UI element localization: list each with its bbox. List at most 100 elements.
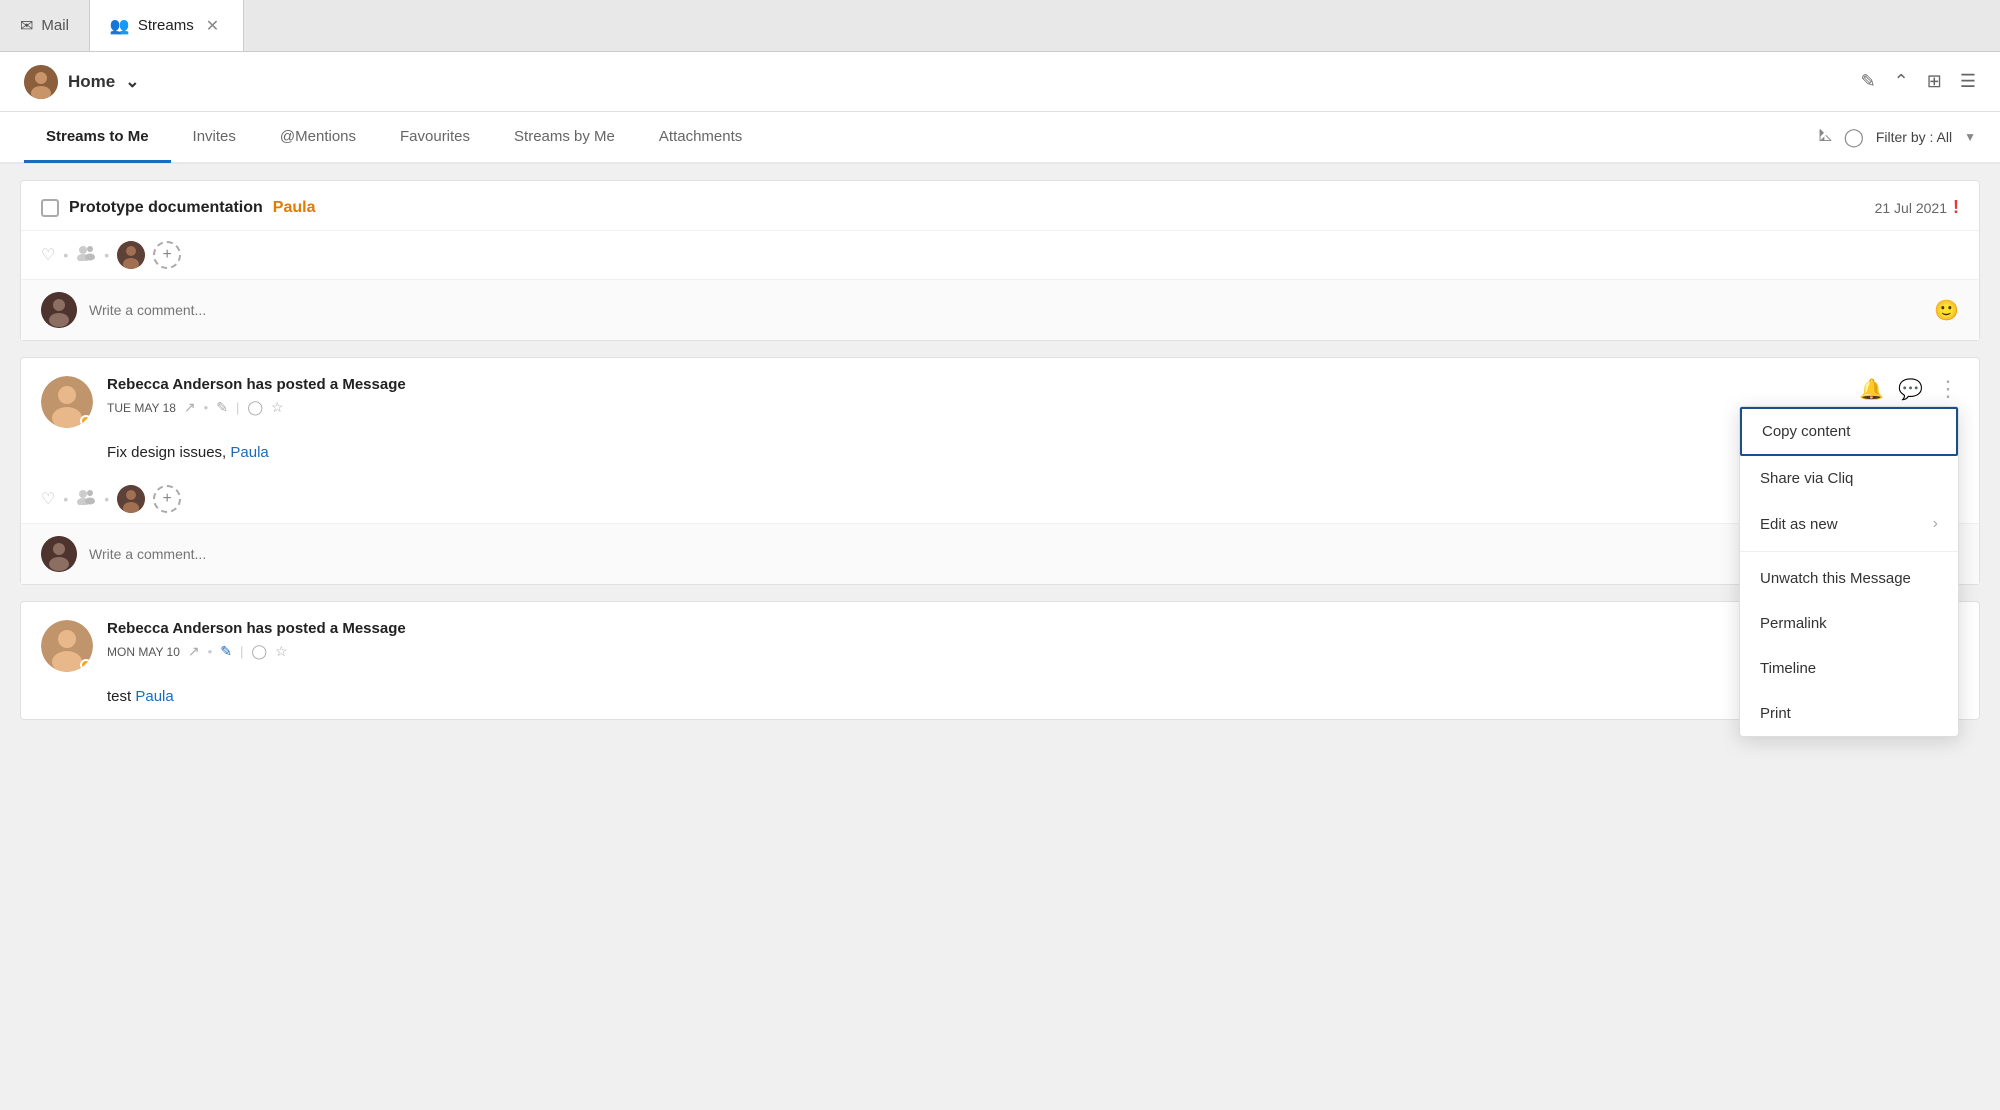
post-1-date: TUE MAY 18	[107, 401, 176, 415]
context-menu: Copy content Share via Cliq Edit as new …	[1739, 406, 1959, 737]
context-menu-permalink[interactable]: Permalink	[1740, 601, 1958, 646]
online-status-dot	[80, 415, 92, 427]
people-icon[interactable]	[76, 245, 96, 266]
tab-streams-by-me[interactable]: Streams by Me	[492, 113, 637, 163]
post-1-bell-icon[interactable]: 🔔	[1859, 377, 1884, 402]
post-1-shield-icon[interactable]: ◯	[247, 399, 263, 416]
filter-label[interactable]: Filter by : All	[1876, 129, 1952, 145]
filter-funnel-icon[interactable]: ⛡	[1818, 125, 1832, 149]
post-card-1: Rebecca Anderson has posted a Message TU…	[20, 357, 1980, 585]
prototype-date-area: 21 Jul 2021 !	[1875, 197, 1959, 218]
post-card-2: Rebecca Anderson has posted a Message MO…	[20, 601, 1980, 720]
post-2-star-icon[interactable]: ☆	[275, 643, 288, 660]
main-content: Prototype documentation Paula 21 Jul 202…	[0, 164, 2000, 1110]
context-menu-timeline[interactable]: Timeline	[1740, 646, 1958, 691]
filter-chevron-icon: ▼	[1964, 130, 1976, 144]
context-menu-edit-as-new[interactable]: Edit as new ›	[1740, 501, 1958, 547]
post-1-edit-icon[interactable]: ✎	[216, 399, 228, 416]
post-1-add-people[interactable]: +	[153, 485, 181, 513]
post-2-meta: Rebecca Anderson has posted a Message MO…	[107, 620, 406, 660]
emoji-icon-1[interactable]: 🙂	[1934, 298, 1959, 323]
post-2-date-row: MON MAY 10 ↗ • ✎ | ◯ ☆	[107, 643, 406, 660]
tab-favourites[interactable]: Favourites	[378, 113, 492, 163]
post-2-edit-icon[interactable]: ✎	[220, 643, 232, 660]
post-1-comment-area: 🙂	[21, 523, 1979, 584]
post-1-people-icon[interactable]	[76, 489, 96, 510]
grid-icon[interactable]: ⊞	[1927, 71, 1942, 92]
compose-icon[interactable]: ✎	[1861, 71, 1876, 92]
tab-close-icon[interactable]: ✕	[202, 14, 223, 38]
post-1-star-icon[interactable]: ☆	[271, 399, 284, 416]
person-avatar-1	[117, 241, 145, 269]
tab-bar: ✉ Mail 👥 Streams ✕	[0, 0, 2000, 52]
post-1-more-icon[interactable]: ⋮	[1937, 376, 1959, 402]
post-1-avatar	[41, 376, 93, 428]
header-icons: ✎ ⌃ ⊞ ☰	[1861, 71, 1976, 92]
tab-mentions[interactable]: @Mentions	[258, 113, 378, 163]
add-people-button[interactable]: +	[153, 241, 181, 269]
prototype-date: 21 Jul 2021	[1875, 200, 1947, 216]
post-1-heart-icon[interactable]: ♡	[41, 489, 55, 509]
post-1-commenter-avatar	[41, 536, 77, 572]
post-card-2-header: Rebecca Anderson has posted a Message MO…	[21, 602, 1979, 680]
post-1-chat-icon[interactable]: 💬	[1898, 377, 1923, 402]
post-2-body: test Paula	[21, 680, 1979, 719]
home-button[interactable]: Home ⌄	[24, 65, 139, 99]
edit-as-new-arrow: ›	[1933, 515, 1938, 533]
home-chevron: ⌄	[125, 72, 139, 92]
post-1-link-icon[interactable]: ↗	[184, 399, 196, 416]
post-2-shield-icon[interactable]: ◯	[251, 643, 267, 660]
hamburger-icon[interactable]: ☰	[1960, 71, 1976, 92]
post-2-mention[interactable]: Paula	[135, 688, 173, 705]
post-1-date-row: TUE MAY 18 ↗ • ✎ | ◯ ☆	[107, 399, 406, 416]
prototype-card-header: Prototype documentation Paula 21 Jul 202…	[21, 181, 1979, 231]
prototype-comment-input[interactable]	[89, 302, 1922, 318]
post-1-header-left: Rebecca Anderson has posted a Message TU…	[41, 376, 406, 428]
post-2-online-dot	[80, 659, 92, 671]
tab-streams[interactable]: 👥 Streams ✕	[90, 0, 244, 51]
prototype-comment-area: 🙂	[21, 279, 1979, 340]
post-card-1-header: Rebecca Anderson has posted a Message TU…	[21, 358, 1979, 436]
post-2-link-icon[interactable]: ↗	[188, 643, 200, 660]
heart-icon[interactable]: ♡	[41, 245, 55, 265]
urgent-indicator: !	[1953, 197, 1959, 218]
post-2-body-text: test	[107, 688, 131, 705]
post-2-author: Rebecca Anderson has posted a Message	[107, 620, 406, 637]
nav-tabs: Streams to Me Invites @Mentions Favourit…	[0, 112, 2000, 164]
user-avatar	[24, 65, 58, 99]
commenter-avatar	[41, 292, 77, 328]
prototype-actions: ♡ • • +	[21, 231, 1979, 279]
prototype-title-highlight[interactable]: Paula	[273, 199, 316, 217]
filter-clear-icon[interactable]: ◯	[1844, 127, 1864, 148]
post-1-author: Rebecca Anderson has posted a Message	[107, 376, 406, 393]
nav-filter-area: ⛡ ◯ Filter by : All ▼	[1818, 125, 1976, 149]
context-menu-copy-content[interactable]: Copy content	[1740, 407, 1958, 456]
post-1-body: Fix design issues, Paula	[21, 436, 1979, 475]
dot-separator-1: •	[63, 247, 68, 263]
context-menu-divider	[1740, 551, 1958, 552]
context-menu-print[interactable]: Print	[1740, 691, 1958, 736]
tab-mail[interactable]: ✉ Mail	[0, 0, 90, 51]
tab-mail-label: Mail	[41, 17, 69, 34]
post-1-mention[interactable]: Paula	[230, 444, 268, 461]
post-1-person-avatar	[117, 485, 145, 513]
context-menu-unwatch[interactable]: Unwatch this Message	[1740, 556, 1958, 601]
prototype-checkbox[interactable]	[41, 199, 59, 217]
prototype-card-title: Prototype documentation Paula	[41, 199, 315, 217]
mail-icon: ✉	[20, 16, 33, 36]
collapse-icon[interactable]: ⌃	[1894, 71, 1909, 92]
tab-attachments[interactable]: Attachments	[637, 113, 764, 163]
tab-streams-to-me[interactable]: Streams to Me	[24, 113, 171, 163]
streams-tab-icon: 👥	[110, 16, 130, 36]
post-2-avatar	[41, 620, 93, 672]
tab-invites[interactable]: Invites	[171, 113, 258, 163]
post-1-header-right: 🔔 💬 ⋮	[1859, 376, 1959, 402]
prototype-title-text: Prototype documentation	[69, 199, 263, 217]
context-menu-share-via-cliq[interactable]: Share via Cliq	[1740, 456, 1958, 501]
post-1-comment-input[interactable]	[89, 546, 1922, 562]
dot-separator-2: •	[104, 247, 109, 263]
home-label: Home	[68, 72, 115, 92]
post-2-date: MON MAY 10	[107, 645, 180, 659]
post-1-actions: ♡ • • +	[21, 475, 1979, 523]
post-1-body-text: Fix design issues,	[107, 444, 226, 461]
